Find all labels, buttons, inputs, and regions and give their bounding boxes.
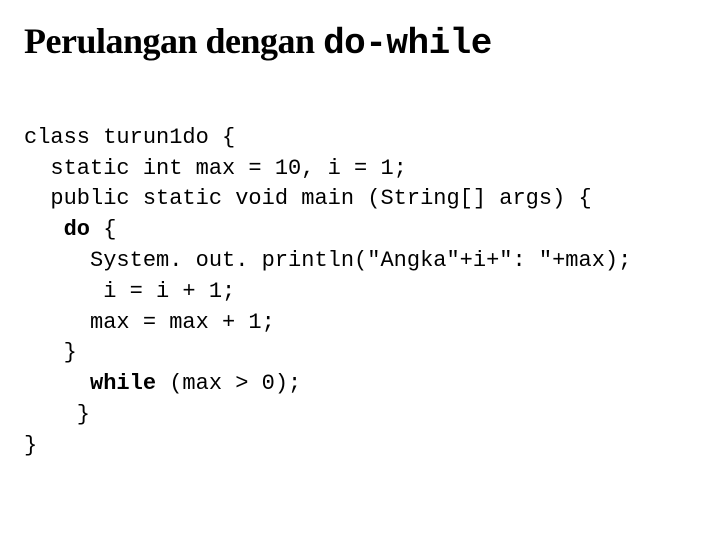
code-block: class turun1do { static int max = 10, i … [24, 92, 696, 462]
keyword-while: while [90, 371, 156, 396]
code-line: } [24, 433, 37, 458]
code-line: public static void main (String[] args) … [24, 186, 592, 211]
title-mono: do-while [323, 23, 492, 64]
code-line: while (max > 0); [24, 371, 301, 396]
code-line: i = i + 1; [24, 279, 235, 304]
code-line: do { [24, 217, 116, 242]
code-line: class turun1do { [24, 125, 235, 150]
slide-title: Perulangan dengan do-while [24, 20, 696, 64]
code-line: } [24, 402, 90, 427]
keyword-do: do [64, 217, 90, 242]
code-line: } [24, 340, 77, 365]
title-prefix: Perulangan dengan [24, 21, 323, 61]
code-line: System. out. println("Angka"+i+": "+max)… [24, 248, 631, 273]
code-line: max = max + 1; [24, 310, 275, 335]
code-line: static int max = 10, i = 1; [24, 156, 407, 181]
